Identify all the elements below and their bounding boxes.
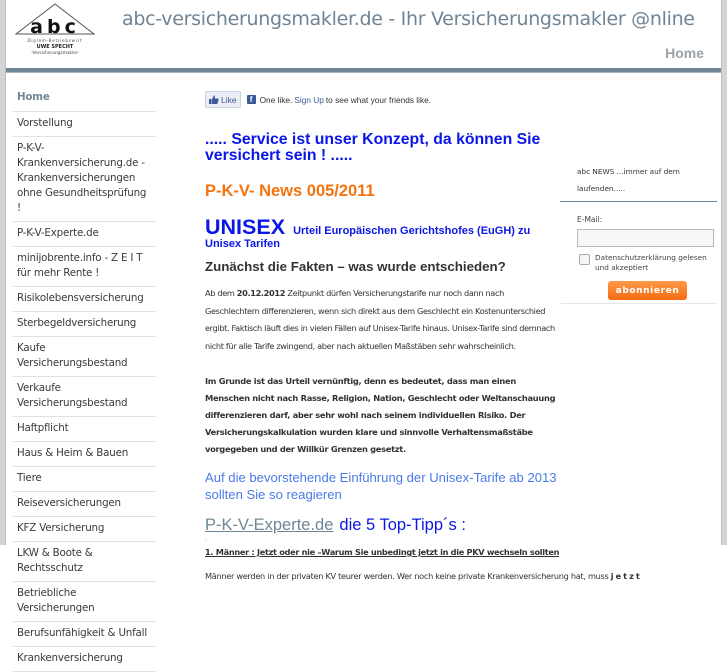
- header-divider: [6, 68, 721, 73]
- sidebar-item-tiere[interactable]: Tiere: [13, 467, 156, 492]
- sidebar-item-verkaufe-versicherungsbestand[interactable]: Verkaufe Versicherungsbestand: [13, 377, 156, 417]
- logo-line3: -Versicherungsmakler-: [31, 50, 79, 56]
- consent-checkbox[interactable]: [579, 254, 590, 265]
- site-title: abc-versicherungsmakler.de - Ihr Versich…: [122, 8, 695, 30]
- paragraph-ruling: Ab dem 20.12.2012 Zeitpunkt dürfen Versi…: [205, 285, 560, 356]
- newsletter-bottom-divider: [561, 303, 717, 304]
- unisex-title: UNISEX: [205, 215, 286, 239]
- news-heading: P-K-V- News 005/2011: [205, 182, 375, 200]
- sidebar-item-kaufe-versicherungsbestand[interactable]: Kaufe Versicherungsbestand: [13, 337, 156, 377]
- window-right-edge: [721, 0, 727, 545]
- slogan-heading: ..... Service ist unser Konzept, da könn…: [205, 131, 541, 164]
- facebook-like-button[interactable]: Like: [205, 91, 241, 108]
- notice-text: Auf die bevorstehende Einführung der Uni…: [205, 469, 557, 502]
- facebook-like-bar: Like f One like. Sign Up to see what you…: [205, 91, 560, 108]
- newsletter-title: abc NEWS ...immer auf dem laufenden.....: [577, 167, 680, 193]
- sidebar-item-berufsunfaehigkeit-unfall[interactable]: Berufsunfähigkeit & Unfall: [13, 622, 156, 647]
- tip1-heading: 1. Männer : Jetzt oder nie –Warum Sie un…: [205, 546, 560, 557]
- sidebar-item-reiseversicherungen[interactable]: Reiseversicherungen: [13, 492, 156, 517]
- logo-line2: UWE SPECHT: [37, 44, 74, 50]
- facebook-icon: f: [246, 95, 256, 104]
- like-count-text: One like.: [259, 94, 293, 105]
- logo-line1: Diplom-Betriebswirt: [28, 38, 83, 43]
- sidebar-item-lkw-boote-rechtsschutz[interactable]: LKW & Boote & Rechtsschutz: [13, 542, 156, 582]
- sidebar-item-pkv-krankenversicherung[interactable]: P-K-V-Krankenversicherung.de - Krankenve…: [13, 137, 156, 222]
- like-suffix-text: to see what your friends like.: [325, 94, 432, 105]
- para1-date: 20.12.2012: [236, 288, 286, 298]
- like-label: Like: [221, 94, 237, 105]
- sidebar-item-risikolebensversicherung[interactable]: Risikolebensversicherung: [13, 287, 156, 312]
- sidebar-item-vorstellung[interactable]: Vorstellung: [13, 112, 156, 137]
- sidebar-nav: Home Vorstellung P-K-V-Krankenversicheru…: [13, 86, 156, 672]
- unisex-heading: UNISEX Urteil Europäischen Gerichtshofes …: [205, 216, 560, 250]
- tips-heading: P-K-V-Experte.de die 5 Top-Tipp´s :: [205, 516, 560, 535]
- sidebar-item-pkv-experte[interactable]: P-K-V-Experte.de: [13, 222, 156, 247]
- separator-dot: .: [205, 536, 207, 543]
- email-input[interactable]: [577, 229, 714, 247]
- email-label: E-Mail:: [577, 215, 603, 224]
- site-logo[interactable]: abc Diplom-Betriebswirt UWE SPECHT -Vers…: [14, 2, 96, 62]
- sidebar-item-minijobrente[interactable]: minijobrente.info - Z E I T für mehr Ren…: [13, 247, 156, 287]
- nav-home-link[interactable]: Home: [665, 45, 704, 61]
- sidebar-item-haus-heim-bauen[interactable]: Haus & Heim & Bauen: [13, 442, 156, 467]
- facebook-signup-link[interactable]: Sign Up: [294, 95, 324, 105]
- sidebar-item-haftpflicht[interactable]: Haftpflicht: [13, 417, 156, 442]
- thumbs-up-icon: [209, 95, 219, 104]
- pkv-experte-link[interactable]: P-K-V-Experte.de: [205, 516, 333, 534]
- window-left-edge: [0, 0, 6, 545]
- facts-heading: Zunächst die Fakten – was wurde entschie…: [205, 259, 506, 274]
- paragraph-assessment: Im Grunde ist das Urteil vernünftig, den…: [205, 375, 556, 454]
- newsletter-widget: abc NEWS ...immer auf dem laufenden.....…: [560, 163, 717, 304]
- subscribe-button[interactable]: abonnieren: [608, 281, 687, 300]
- main-content: Like f One like. Sign Up to see what you…: [205, 91, 640, 581]
- tips-text: die 5 Top-Tipp´s :: [339, 515, 466, 534]
- sidebar-item-sterbegeldversicherung[interactable]: Sterbegeldversicherung: [13, 312, 156, 337]
- newsletter-divider: [560, 201, 717, 202]
- tip1-emphasis: jetzt: [610, 570, 642, 581]
- tip1-paragraph: Männer werden in der privaten KV teurer …: [205, 571, 640, 581]
- consent-row: Datenschutzerklärung gelesen und akzepti…: [579, 253, 717, 273]
- sidebar-item-kfz-versicherung[interactable]: KFZ Versicherung: [13, 517, 156, 542]
- sidebar-item-betriebliche-versicherungen[interactable]: Betriebliche Versicherungen: [13, 582, 156, 622]
- tip1-text: Männer werden in der privaten KV teurer …: [205, 570, 611, 581]
- logo-letters: abc: [30, 16, 80, 38]
- logo-graphic: abc Diplom-Betriebswirt UWE SPECHT -Vers…: [14, 3, 96, 56]
- para1-prefix: Ab dem: [205, 288, 237, 298]
- sidebar-item-krankenversicherung[interactable]: Krankenversicherung: [13, 647, 156, 672]
- sidebar-item-home[interactable]: Home: [13, 86, 156, 112]
- consent-label: Datenschutzerklärung gelesen und akzepti…: [595, 253, 707, 272]
